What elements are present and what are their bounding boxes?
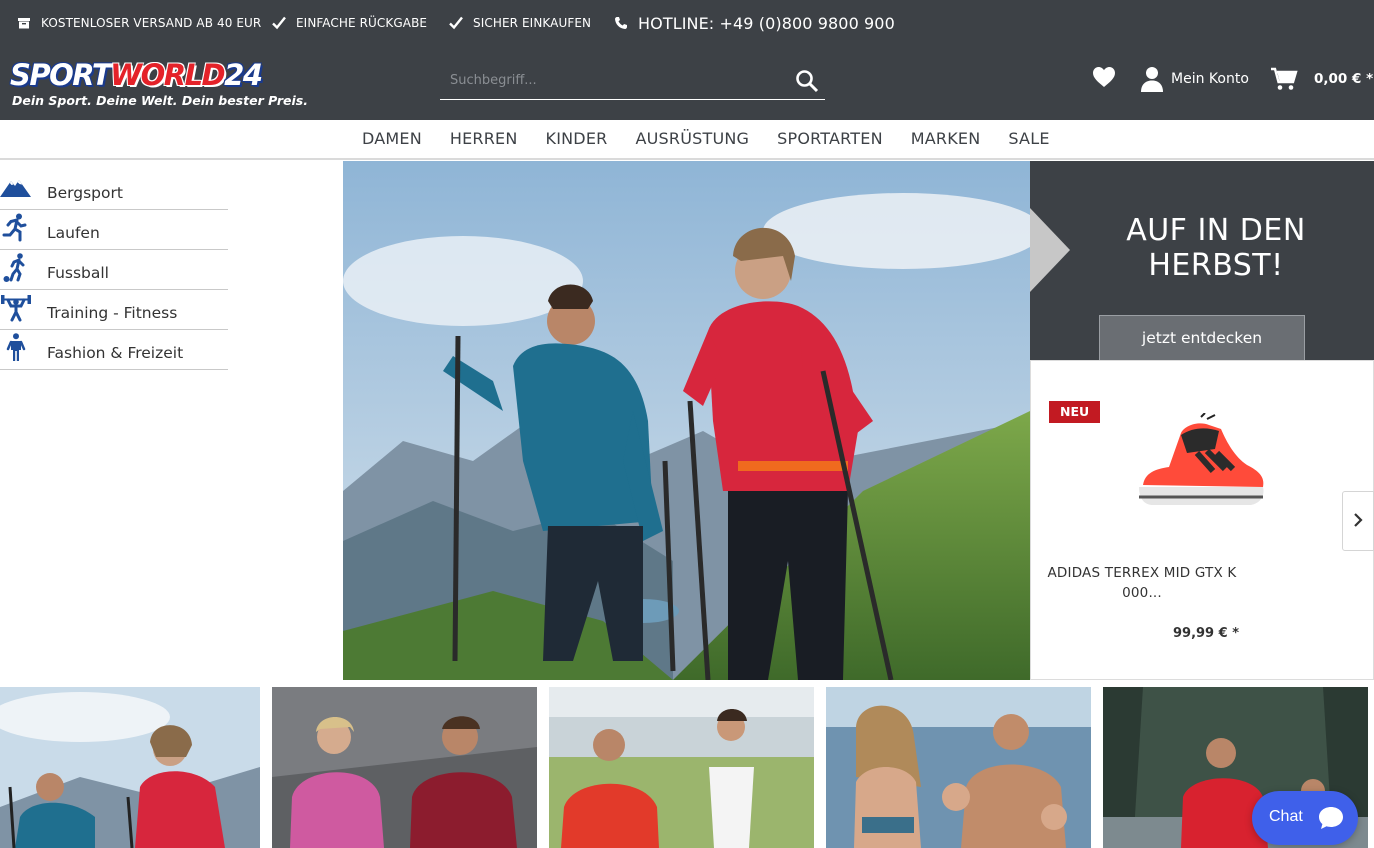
person-icon bbox=[0, 333, 32, 363]
usp-easy-returns: EINFACHE RÜCKGABE bbox=[270, 0, 427, 46]
sidebar-item-bergsport[interactable]: Bergsport bbox=[0, 170, 230, 210]
sidebar-item-fashion-freizeit[interactable]: Fashion & Freizeit bbox=[0, 330, 230, 370]
chat-bubble-icon bbox=[1318, 806, 1344, 830]
wishlist-button[interactable] bbox=[1092, 60, 1116, 98]
category-sidebar: Bergsport Laufen Fussball Training - Fit… bbox=[0, 170, 230, 370]
divider bbox=[0, 369, 228, 370]
logo-slogan: Dein Sport. Deine Welt. Dein bester Prei… bbox=[12, 93, 308, 108]
nav-item-damen[interactable]: DAMEN bbox=[348, 120, 436, 158]
hero-banner-image[interactable] bbox=[343, 161, 1030, 680]
tile-bergsport-image[interactable] bbox=[0, 687, 260, 848]
cart-icon bbox=[1270, 67, 1298, 91]
tile-fashion-image[interactable] bbox=[826, 687, 1091, 848]
usp-free-shipping: KOSTENLOSER VERSAND AB 40 EUR bbox=[15, 0, 261, 46]
product-image[interactable] bbox=[1135, 412, 1269, 513]
search-input[interactable] bbox=[440, 60, 780, 100]
sidebar-item-fussball[interactable]: Fussball bbox=[0, 250, 230, 290]
nav-item-ausruestung[interactable]: AUSRÜSTUNG bbox=[621, 120, 763, 158]
new-badge: NEU bbox=[1049, 401, 1101, 423]
check-icon bbox=[270, 14, 288, 32]
main-navigation: DAMEN HERREN KINDER AUSRÜSTUNG SPORTARTE… bbox=[0, 120, 1374, 160]
nav-item-marken[interactable]: MARKEN bbox=[897, 120, 995, 158]
cart-button[interactable]: 0,00 € * bbox=[1270, 60, 1373, 98]
user-icon bbox=[1140, 66, 1164, 92]
weightlifter-icon bbox=[0, 293, 32, 323]
heart-icon bbox=[1092, 66, 1116, 92]
discover-button[interactable]: jetzt entdecken bbox=[1099, 315, 1305, 360]
logo-wordmark: SPORTWORLD24 bbox=[10, 58, 263, 92]
chevron-right-icon bbox=[1353, 512, 1363, 531]
nav-item-sale[interactable]: SALE bbox=[994, 120, 1063, 158]
product-name[interactable]: ADIDAS TERREX MID GTX K 000... bbox=[1047, 563, 1237, 603]
nav-item-kinder[interactable]: KINDER bbox=[532, 120, 622, 158]
account-button[interactable]: Mein Konto bbox=[1140, 60, 1249, 98]
chat-button[interactable]: Chat bbox=[1252, 791, 1358, 845]
usp-hotline[interactable]: HOTLINE: +49 (0)800 9800 900 bbox=[612, 0, 895, 46]
nav-item-herren[interactable]: HERREN bbox=[436, 120, 532, 158]
check-icon bbox=[447, 14, 465, 32]
runner-icon bbox=[0, 213, 32, 243]
nav-item-sportarten[interactable]: SPORTARTEN bbox=[763, 120, 897, 158]
sidebar-item-training-fitness[interactable]: Training - Fitness bbox=[0, 290, 230, 330]
tile-fussball-image[interactable] bbox=[549, 687, 814, 848]
phone-icon bbox=[612, 14, 630, 32]
search-bar bbox=[440, 60, 825, 100]
box-icon bbox=[15, 14, 33, 32]
sidebar-item-laufen[interactable]: Laufen bbox=[0, 210, 230, 250]
site-logo[interactable]: SPORTWORLD24 Dein Sport. Deine Welt. Dei… bbox=[10, 58, 308, 112]
product-teaser[interactable]: NEU ADIDAS TERREX MID GTX K 000... 99,99… bbox=[1030, 360, 1374, 680]
top-header: KOSTENLOSER VERSAND AB 40 EUR EINFACHE R… bbox=[0, 0, 1374, 120]
tile-laufen-image[interactable] bbox=[272, 687, 537, 848]
usp-secure-shopping: SICHER EINKAUFEN bbox=[447, 0, 591, 46]
search-icon[interactable] bbox=[795, 69, 819, 93]
promo-title: AUF IN DEN HERBST! bbox=[1126, 213, 1306, 283]
promo-banner: AUF IN DEN HERBST! jetzt entdecken bbox=[1030, 161, 1374, 360]
slider-next-button[interactable] bbox=[1342, 491, 1374, 551]
mountain-icon bbox=[0, 173, 32, 203]
football-player-icon bbox=[0, 253, 32, 283]
product-price: 99,99 € * bbox=[1172, 626, 1239, 641]
